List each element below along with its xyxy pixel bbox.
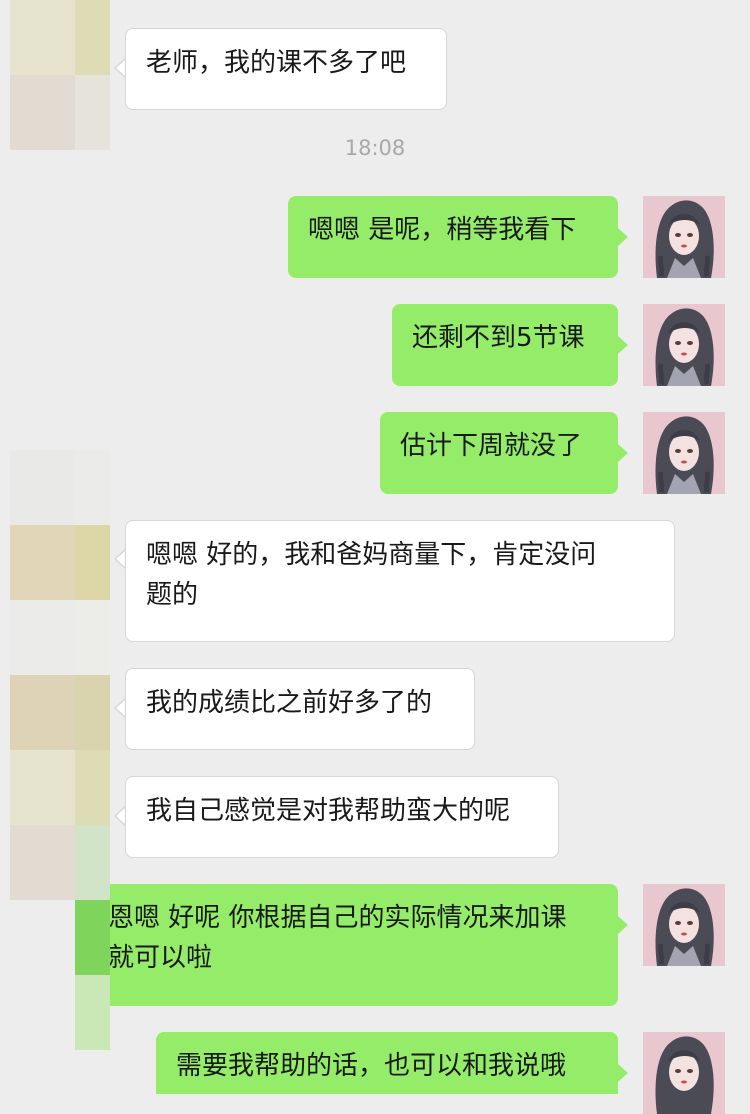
mosaic-cell xyxy=(75,750,110,825)
sent-avatar[interactable] xyxy=(643,412,725,494)
mosaic-cell xyxy=(75,675,110,750)
sent-avatar[interactable] xyxy=(643,1032,725,1114)
mosaic-cell xyxy=(10,600,75,675)
girl-portrait-avatar-icon xyxy=(643,196,725,278)
message-timestamp: 18:08 xyxy=(344,136,406,160)
mosaic-cell xyxy=(75,600,110,675)
mosaic-cell xyxy=(75,450,110,525)
mosaic-overlay xyxy=(75,825,110,900)
bubble-tail xyxy=(618,916,628,934)
sent-avatar[interactable] xyxy=(643,196,725,278)
mosaic-cell xyxy=(10,450,75,525)
mosaic-cell xyxy=(75,0,110,75)
girl-portrait-avatar-icon xyxy=(643,304,725,386)
girl-portrait-avatar-icon xyxy=(643,412,725,494)
message-bubble-received[interactable]: 我的成绩比之前好多了的 xyxy=(125,668,475,750)
sent-avatar[interactable] xyxy=(643,304,725,386)
bubble-tail xyxy=(618,444,628,462)
mosaic-cell xyxy=(10,750,75,825)
bubble-tail xyxy=(618,336,628,354)
message-bubble-received[interactable]: 我自己感觉是对我帮助蛮大的呢 xyxy=(125,776,559,858)
message-bubble-sent[interactable]: 恩嗯 好呢 你根据自己的实际情况来加课 就可以啦 xyxy=(95,884,618,1006)
received-avatar-1[interactable] xyxy=(10,0,110,150)
mosaic-overlay xyxy=(75,900,110,975)
message-bubble-sent[interactable]: 嗯嗯 是呢，稍等我看下 xyxy=(288,196,618,278)
message-bubble-sent[interactable]: 需要我帮助的话，也可以和我说哦 xyxy=(156,1032,618,1094)
message-bubble-received[interactable]: 老师，我的课不多了吧 xyxy=(125,28,447,110)
sent-avatar[interactable] xyxy=(643,884,725,966)
mosaic-cell xyxy=(10,0,75,75)
girl-portrait-avatar-icon xyxy=(643,1032,725,1114)
mosaic-cell xyxy=(75,525,110,600)
message-bubble-sent[interactable]: 估计下周就没了 xyxy=(380,412,618,494)
message-bubble-sent[interactable]: 还剩不到5节课 xyxy=(392,304,618,386)
message-bubble-received[interactable]: 嗯嗯 好的，我和爸妈商量下，肯定没问 题的 xyxy=(125,520,675,642)
bubble-tail xyxy=(618,1064,628,1082)
mosaic-cell xyxy=(10,825,75,900)
bubble-tail xyxy=(618,228,628,246)
mosaic-cell xyxy=(10,525,75,600)
mosaic-overlay xyxy=(75,975,110,1050)
girl-portrait-avatar-icon xyxy=(643,884,725,966)
mosaic-cell xyxy=(10,675,75,750)
